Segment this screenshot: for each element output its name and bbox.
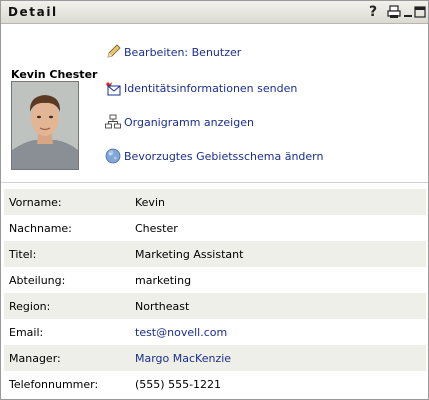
detail-window: Detail ? Kevin Chester Bearbeiten: Benut… — [0, 0, 429, 400]
field-value: marketing — [135, 274, 192, 287]
show-org-chart-action[interactable]: Organigramm anzeigen — [105, 113, 254, 131]
pencil-icon — [105, 44, 121, 60]
details-row-title: Titel: Marketing Assistant — [4, 241, 426, 267]
manager-link[interactable]: Margo MacKenzie — [135, 352, 231, 365]
details-row-phone: Telefonnummer: (555) 555-1221 — [4, 371, 426, 397]
details-row-region: Region: Northeast — [4, 293, 426, 319]
email-link[interactable]: test@novell.com — [135, 326, 227, 339]
section-divider — [1, 182, 428, 183]
field-label: Nachname: — [9, 222, 72, 235]
field-label: Manager: — [9, 352, 61, 365]
field-label: Titel: — [9, 248, 37, 261]
help-icon[interactable]: ? — [365, 4, 381, 20]
edit-user-action[interactable]: Bearbeiten: Benutzer — [105, 43, 241, 61]
user-name: Kevin Chester — [11, 68, 98, 81]
details-row-last-name: Nachname: Chester — [4, 215, 426, 241]
field-value: Chester — [135, 222, 178, 235]
field-label: Telefonnummer: — [9, 378, 99, 391]
field-value: (555) 555-1221 — [135, 378, 222, 391]
globe-icon — [105, 148, 121, 164]
show-org-chart-label: Organigramm anzeigen — [124, 115, 254, 129]
maximize-icon[interactable] — [414, 4, 429, 20]
send-identity-label: Identitätsinformationen senden — [124, 81, 298, 95]
details-row-department: Abteilung: marketing — [4, 267, 426, 293]
change-locale-action[interactable]: Bevorzugtes Gebietsschema ändern — [105, 147, 324, 165]
field-value: Northeast — [135, 300, 190, 313]
field-label: Abteilung: — [9, 274, 66, 287]
edit-user-label: Bearbeiten: Benutzer — [124, 45, 242, 59]
field-value: Marketing Assistant — [135, 248, 244, 261]
field-label: Region: — [9, 300, 51, 313]
change-locale-label: Bevorzugtes Gebietsschema ändern — [124, 149, 324, 163]
field-label: Vorname: — [9, 196, 62, 209]
envelope-send-icon — [105, 80, 121, 96]
details-table: Vorname: Kevin Nachname: Chester Titel: … — [4, 189, 426, 397]
window-title: Detail — [8, 5, 58, 19]
title-bar: Detail ? — [1, 1, 428, 24]
print-icon[interactable] — [386, 4, 402, 20]
field-label: Email: — [9, 326, 44, 339]
details-row-first-name: Vorname: Kevin — [4, 189, 426, 215]
send-identity-action[interactable]: Identitätsinformationen senden — [105, 79, 297, 97]
org-chart-icon — [105, 114, 121, 130]
details-row-email: Email: test@novell.com — [4, 319, 426, 345]
user-photo — [11, 81, 79, 170]
field-value: Kevin — [135, 196, 165, 209]
profile-section: Kevin Chester Bearbeiten: Benutzer Ident… — [1, 24, 428, 182]
details-row-manager: Manager: Margo MacKenzie — [4, 345, 426, 371]
